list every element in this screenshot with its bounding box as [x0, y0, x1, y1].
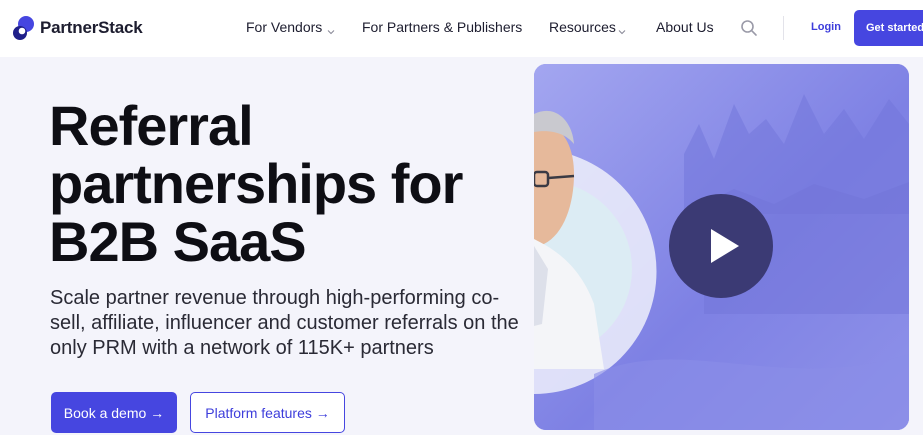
headline-line: B2B SaaS [49, 210, 307, 273]
hero-subheadline: Scale partner revenue through high-perfo… [50, 287, 519, 359]
platform-features-button[interactable]: Platform features → [190, 392, 345, 433]
nav-item-for-vendors[interactable]: For Vendors [246, 19, 335, 35]
hero-section: Referral partnerships for B2B SaaS Scale… [0, 57, 923, 435]
chevron-down-icon [618, 23, 626, 35]
nav-divider [783, 16, 784, 40]
chevron-down-icon [327, 23, 335, 35]
nav-item-label: For Partners & Publishers [362, 19, 523, 35]
brand-logo[interactable]: PartnerStack [11, 14, 143, 42]
nav-item-label: About Us [656, 19, 714, 35]
get-started-button[interactable]: Get started [854, 10, 923, 46]
nav-item-for-partners-publishers[interactable]: For Partners & Publishers [362, 19, 522, 35]
book-demo-button[interactable]: Book a demo → [51, 392, 177, 433]
top-nav: PartnerStack For Vendors For Partners & … [0, 0, 923, 57]
headline-line: Referral [49, 94, 254, 157]
play-icon [711, 229, 739, 263]
play-button[interactable] [669, 194, 773, 298]
login-link[interactable]: Login [811, 21, 841, 33]
nav-item-label: For Vendors [246, 19, 323, 35]
nav-item-label: Resources [549, 19, 616, 35]
brand-name: PartnerStack [40, 18, 143, 37]
search-icon[interactable] [740, 19, 758, 37]
partnerstack-logo-icon [11, 14, 37, 42]
hero-video[interactable] [534, 64, 909, 430]
nav-item-about-us[interactable]: About Us [656, 19, 714, 35]
headline-line: partnerships for [49, 152, 463, 215]
hero-headline: Referral partnerships for B2B SaaS [49, 97, 519, 271]
nav-item-resources[interactable]: Resources [549, 19, 626, 35]
page: PartnerStack For Vendors For Partners & … [0, 0, 923, 435]
